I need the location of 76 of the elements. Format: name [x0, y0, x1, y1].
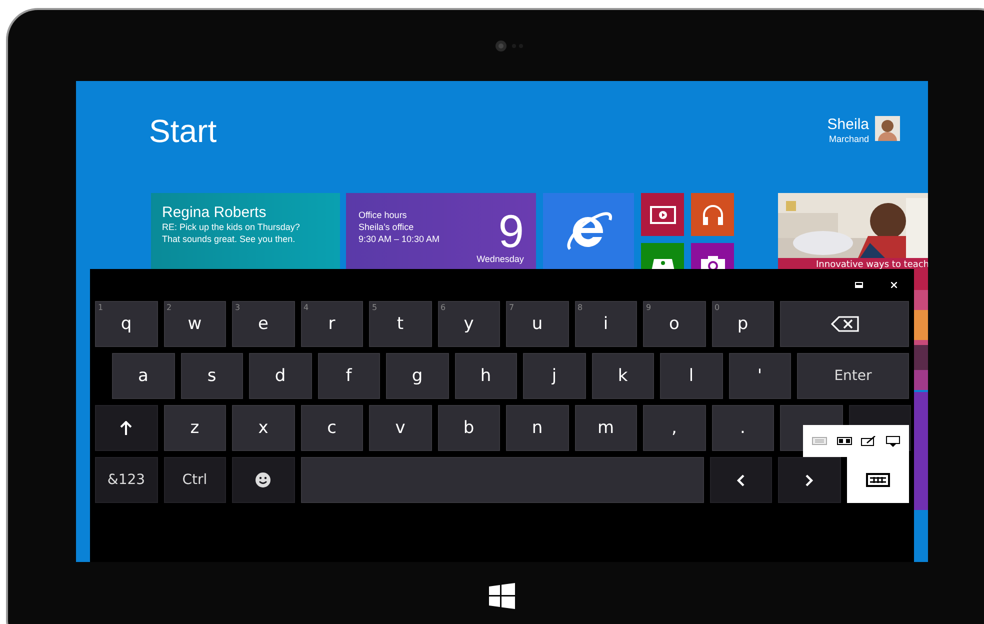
- key[interactable]: ': [728, 353, 791, 399]
- event-line: Sheila’s office: [358, 221, 415, 233]
- keyboard-layout-key[interactable]: [846, 457, 909, 503]
- message-line: That sounds great. See you then.: [162, 233, 296, 245]
- key[interactable]: g: [386, 353, 448, 399]
- event-line: 9:30 AM – 10:30 AM: [358, 233, 440, 245]
- headphones-icon: [700, 202, 724, 226]
- key[interactable]: h: [454, 353, 517, 399]
- key[interactable]: 4 r: [300, 301, 363, 347]
- video-icon: [650, 206, 676, 224]
- key[interactable]: .: [712, 405, 774, 451]
- key[interactable]: 1 q: [95, 301, 158, 347]
- key[interactable]: 2 w: [164, 301, 226, 347]
- key-hint: 4: [304, 303, 309, 312]
- app-tile[interactable]: [691, 193, 734, 236]
- smiley-icon: [255, 472, 272, 488]
- key[interactable]: f: [318, 353, 380, 399]
- app-tile[interactable]: [914, 392, 928, 510]
- key[interactable]: ,: [643, 405, 706, 451]
- key[interactable]: 9 o: [643, 301, 706, 347]
- key[interactable]: a: [112, 353, 174, 399]
- enter-key[interactable]: Enter: [797, 353, 909, 399]
- day-number: 9: [498, 209, 524, 253]
- avatar[interactable]: [875, 116, 900, 141]
- handwriting-icon[interactable]: [861, 436, 876, 446]
- key-hint: 2: [166, 303, 172, 312]
- minimize-icon[interactable]: [855, 282, 863, 288]
- chevron-left-icon: [736, 474, 746, 486]
- backspace-key[interactable]: [780, 301, 909, 347]
- message-line: RE: Pick up the kids on Thursday?: [162, 221, 301, 233]
- key[interactable]: m: [574, 405, 637, 451]
- key[interactable]: &123: [95, 457, 158, 503]
- emoji-key[interactable]: [232, 457, 294, 503]
- key[interactable]: l: [660, 353, 722, 399]
- dock-keyboard-icon[interactable]: [886, 436, 900, 446]
- key-hint: 6: [440, 303, 446, 312]
- key-hint: 0: [714, 303, 720, 312]
- news-caption: Innovative ways to teach: [816, 260, 928, 270]
- key-hint: 8: [578, 303, 583, 312]
- sender-name: Regina Roberts: [162, 204, 268, 221]
- keyboard-icon: [866, 473, 890, 487]
- weekday-label: Wednesday: [476, 253, 524, 265]
- key[interactable]: c: [300, 405, 363, 451]
- arrow-up-icon: [120, 421, 132, 435]
- key[interactable]: 3 e: [232, 301, 294, 347]
- key[interactable]: n: [506, 405, 568, 451]
- key-hint: 5: [372, 303, 378, 312]
- screen-title: Start: [149, 113, 217, 151]
- key[interactable]: x: [232, 405, 294, 451]
- key[interactable]: d: [249, 353, 312, 399]
- split-keyboard-icon[interactable]: [836, 437, 852, 445]
- key[interactable]: b: [438, 405, 500, 451]
- app-tile[interactable]: [641, 193, 684, 236]
- key[interactable]: 5 t: [369, 301, 432, 347]
- user-first-name: Sheila: [827, 116, 869, 134]
- key[interactable]: j: [523, 353, 586, 399]
- key-hint: 1: [98, 303, 104, 312]
- backspace-icon: [830, 316, 858, 332]
- key-hint: 3: [235, 303, 240, 312]
- key[interactable]: 8 i: [574, 301, 637, 347]
- user-last-name: Marchand: [828, 134, 869, 145]
- key[interactable]: Ctrl: [164, 457, 226, 503]
- event-line: Office hours: [358, 209, 408, 221]
- chevron-right-icon: [804, 474, 814, 486]
- key-hint: 7: [509, 303, 514, 312]
- key[interactable]: k: [592, 353, 654, 399]
- key[interactable]: s: [180, 353, 243, 399]
- key[interactable]: z: [164, 405, 226, 451]
- close-icon[interactable]: [891, 282, 897, 288]
- key[interactable]: v: [369, 405, 432, 451]
- key[interactable]: 7 u: [506, 301, 568, 347]
- key[interactable]: 0 p: [712, 301, 774, 347]
- windows-logo-icon[interactable]: [489, 583, 515, 609]
- key[interactable]: 6 y: [438, 301, 500, 347]
- key-hint: 9: [646, 303, 652, 312]
- camera-icon: [494, 40, 524, 52]
